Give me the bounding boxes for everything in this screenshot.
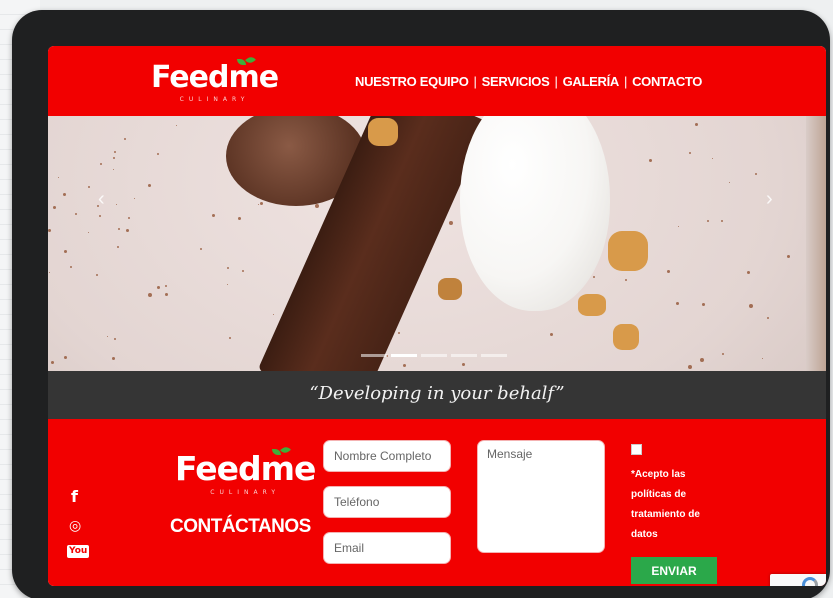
plate-speck <box>87 231 89 233</box>
facebook-icon[interactable]: f <box>71 487 78 506</box>
policy-checkbox[interactable] <box>631 444 642 455</box>
slider-dot[interactable] <box>481 354 507 357</box>
plate-speck <box>117 227 120 230</box>
plate-speck <box>200 247 203 250</box>
plate-speck <box>701 302 705 306</box>
crumb <box>578 294 606 316</box>
plate-speck <box>112 156 115 159</box>
plate-speck <box>87 185 90 188</box>
nav-item-galeria[interactable]: GALERÍA <box>563 74 620 89</box>
plate-speck <box>148 183 152 187</box>
name-field[interactable] <box>323 440 451 472</box>
plate-rim <box>806 116 826 371</box>
contact-footer: f ◎ You Feedme CULINARY CONTÁCTANOS *Ace… <box>48 419 826 586</box>
logo-text: Feedme <box>175 449 316 488</box>
nav-separator: | <box>623 74 628 89</box>
nav-item-nuestro-equipo[interactable]: NUESTRO EQUIPO <box>355 74 469 89</box>
instagram-icon[interactable]: ◎ <box>69 518 81 534</box>
nav-separator: | <box>473 74 477 89</box>
plate-speck <box>95 273 98 276</box>
plate-speck <box>113 338 116 341</box>
footer-logo: Feedme CULINARY <box>175 444 316 496</box>
recaptcha-badge[interactable] <box>770 574 826 586</box>
tablet-frame: Feedme CULINARY NUESTRO EQUIPO | SERVICIOS… <box>12 10 830 598</box>
plate-speck <box>272 313 274 315</box>
plate-speck <box>123 138 126 141</box>
recaptcha-icon <box>802 577 818 586</box>
plate-speck <box>116 245 119 248</box>
plate-speck <box>48 272 50 273</box>
logo-text: Feedme <box>151 60 279 95</box>
crumb <box>368 118 398 146</box>
plate-speck <box>133 198 135 200</box>
logo-subtitle: CULINARY <box>179 96 250 103</box>
main-nav: NUESTRO EQUIPO | SERVICIOS | GALERÍA | CONTACT… <box>355 74 702 89</box>
crumb <box>608 231 648 271</box>
policy-label: *Acepto las políticas de tratamiento de … <box>631 469 700 540</box>
slider-dot[interactable] <box>361 354 387 357</box>
phone-field[interactable] <box>323 486 451 518</box>
plate-speck <box>592 275 595 278</box>
site-header: Feedme CULINARY NUESTRO EQUIPO | SERVICIOS… <box>48 46 826 116</box>
slider-dot[interactable] <box>451 354 477 357</box>
email-field[interactable] <box>323 532 451 564</box>
crumb <box>438 278 462 300</box>
plate-speck <box>687 364 692 369</box>
slider-dots <box>361 344 511 362</box>
plate-speck <box>315 203 320 208</box>
plate-speck <box>402 363 406 367</box>
nav-item-contacto[interactable]: CONTACTO <box>632 74 702 89</box>
message-field[interactable] <box>477 440 605 553</box>
plate-speck <box>226 283 228 285</box>
hero-slider: ‹ › <box>48 116 826 371</box>
plate-speck <box>99 162 102 165</box>
slider-dot[interactable] <box>421 354 447 357</box>
plate-speck <box>50 360 54 364</box>
youtube-icon[interactable]: You <box>67 545 90 558</box>
plate-speck <box>48 228 52 232</box>
tagline-bar: “Developing in your behalf” <box>48 371 826 419</box>
plate-speck <box>242 269 245 272</box>
crumb <box>613 324 639 350</box>
plate-speck <box>675 301 679 305</box>
slider-dot-active[interactable] <box>391 354 417 357</box>
plate-speck <box>707 219 710 222</box>
nav-item-servicios[interactable]: SERVICIOS <box>482 74 550 89</box>
plate-speck <box>127 217 130 220</box>
website-screen: Feedme CULINARY NUESTRO EQUIPO | SERVICIOS… <box>48 46 826 586</box>
logo-subtitle: CULINARY <box>210 489 281 496</box>
chevron-left-icon[interactable]: ‹ <box>98 188 105 211</box>
header-logo[interactable]: Feedme CULINARY <box>151 54 279 103</box>
plate-speck <box>648 158 652 162</box>
chevron-right-icon[interactable]: › <box>766 188 773 211</box>
plate-speck <box>624 279 627 282</box>
nav-separator: | <box>554 74 558 89</box>
plate-speck <box>666 269 670 273</box>
plate-speck <box>722 352 725 355</box>
send-button[interactable]: ENVIAR <box>631 557 717 584</box>
contact-title: CONTÁCTANOS <box>170 516 311 537</box>
tagline-text: “Developing in your behalf” <box>309 383 565 404</box>
plate-speck <box>766 316 769 319</box>
